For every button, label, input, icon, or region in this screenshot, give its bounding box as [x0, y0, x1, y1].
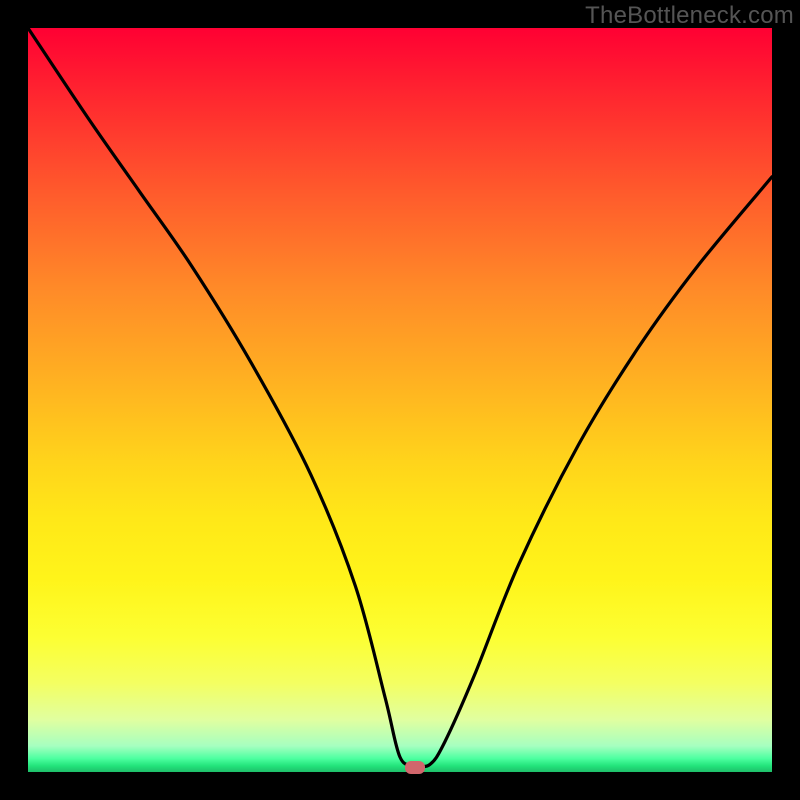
- bottleneck-curve: [28, 28, 772, 772]
- chart-frame: TheBottleneck.com: [0, 0, 800, 800]
- attribution-label: TheBottleneck.com: [585, 2, 794, 30]
- plot-area: [28, 28, 772, 772]
- optimum-marker: [405, 761, 425, 774]
